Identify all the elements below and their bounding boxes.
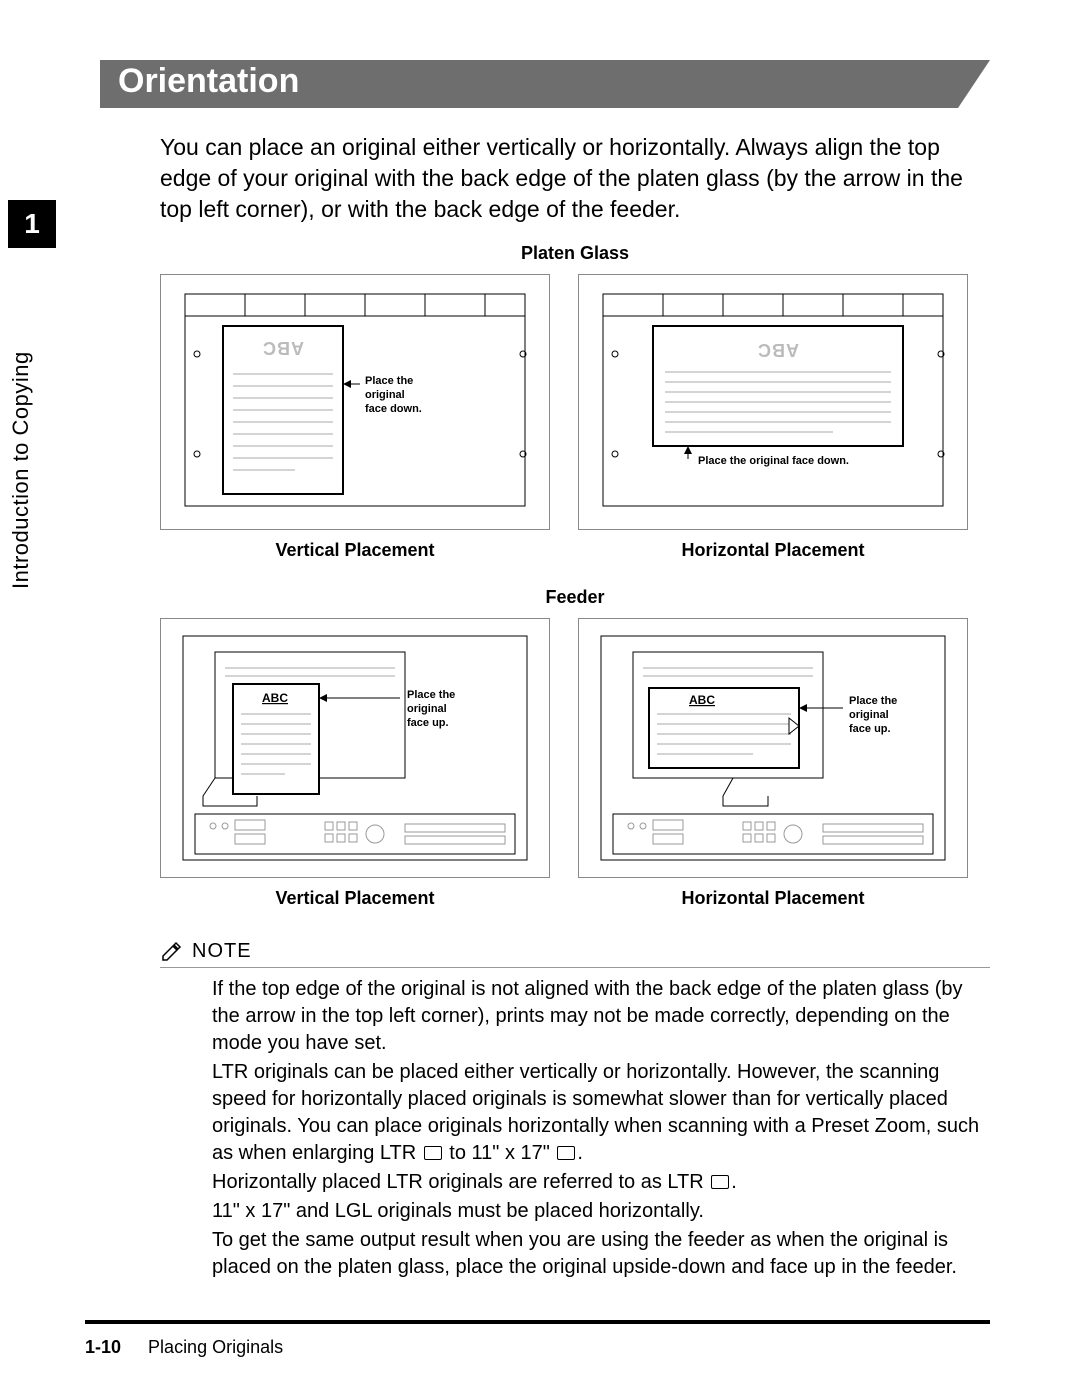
note-body: If the top edge of the original is not a… <box>160 976 990 1281</box>
chapter-number-box: 1 <box>8 200 56 248</box>
feeder-vertical-panel: ABC <box>160 618 550 909</box>
svg-text:Place the: Place the <box>365 375 413 387</box>
svg-text:original: original <box>849 709 889 721</box>
doc-text: ABC <box>262 691 288 705</box>
svg-text:Place the: Place the <box>407 689 455 701</box>
landscape-orientation-icon <box>557 1146 575 1160</box>
feeder-horizontal-panel: ABC <box>578 618 968 909</box>
section-heading-banner: Orientation <box>100 60 990 108</box>
doc-text: ABC <box>689 693 715 707</box>
chapter-number: 1 <box>24 208 40 240</box>
platen-horizontal-panel: ABC Place the original face down. <box>578 274 968 561</box>
platen-row: ABC Place the original <box>160 274 990 561</box>
footer-rule <box>85 1320 990 1324</box>
svg-text:Place the: Place the <box>849 695 897 707</box>
intro-paragraph: You can place an original either vertica… <box>160 132 990 225</box>
note-block: NOTE If the top edge of the original is … <box>160 939 990 1281</box>
note-paragraph: LTR originals can be placed either verti… <box>212 1059 990 1167</box>
platen-glass-title: Platen Glass <box>160 243 990 264</box>
feeder-horizontal-diagram: ABC <box>578 618 968 878</box>
figures-block: Platen Glass ABC <box>160 243 990 909</box>
feeder-title: Feeder <box>160 587 990 608</box>
platen-vertical-caption: Vertical Placement <box>160 540 550 561</box>
platen-horizontal-diagram: ABC Place the original face down. <box>578 274 968 530</box>
section-heading: Orientation <box>118 62 299 101</box>
note-heading: NOTE <box>192 940 252 963</box>
note-paragraph: If the top edge of the original is not a… <box>212 976 990 1057</box>
note-paragraph: To get the same output result when you a… <box>212 1227 990 1281</box>
landscape-orientation-icon <box>424 1146 442 1160</box>
feeder-vertical-caption: Vertical Placement <box>160 888 550 909</box>
platen-horizontal-caption: Horizontal Placement <box>578 540 968 561</box>
side-tab: 1 Introduction to Copying <box>8 200 56 690</box>
page: 1 Introduction to Copying Orientation Yo… <box>0 0 1080 1388</box>
feeder-vertical-diagram: ABC <box>160 618 550 878</box>
footer-section-name: Placing Originals <box>148 1337 283 1357</box>
svg-text:face up.: face up. <box>849 723 891 735</box>
chapter-vertical-label: Introduction to Copying <box>8 260 56 680</box>
feeder-horizontal-caption: Horizontal Placement <box>578 888 968 909</box>
landscape-orientation-icon <box>711 1175 729 1189</box>
note-paragraph: Horizontally placed LTR originals are re… <box>212 1169 990 1196</box>
platen-vertical-diagram: ABC Place the original <box>160 274 550 530</box>
svg-text:original: original <box>365 389 405 401</box>
feeder-row: ABC <box>160 618 990 909</box>
platen-horizontal-instruction: Place the original face down. <box>698 455 849 467</box>
page-number: 1-10 <box>85 1337 121 1357</box>
pencil-note-icon <box>160 939 184 963</box>
svg-text:original: original <box>407 703 447 715</box>
page-footer: 1-10 Placing Originals <box>85 1337 283 1358</box>
note-paragraph: 11" x 17" and LGL originals must be plac… <box>212 1198 990 1225</box>
note-heading-row: NOTE <box>160 939 990 968</box>
svg-text:face down.: face down. <box>365 403 422 415</box>
doc-text: ABC <box>262 338 304 358</box>
svg-text:face up.: face up. <box>407 717 449 729</box>
platen-vertical-panel: ABC Place the original <box>160 274 550 561</box>
doc-text: ABC <box>757 340 799 360</box>
